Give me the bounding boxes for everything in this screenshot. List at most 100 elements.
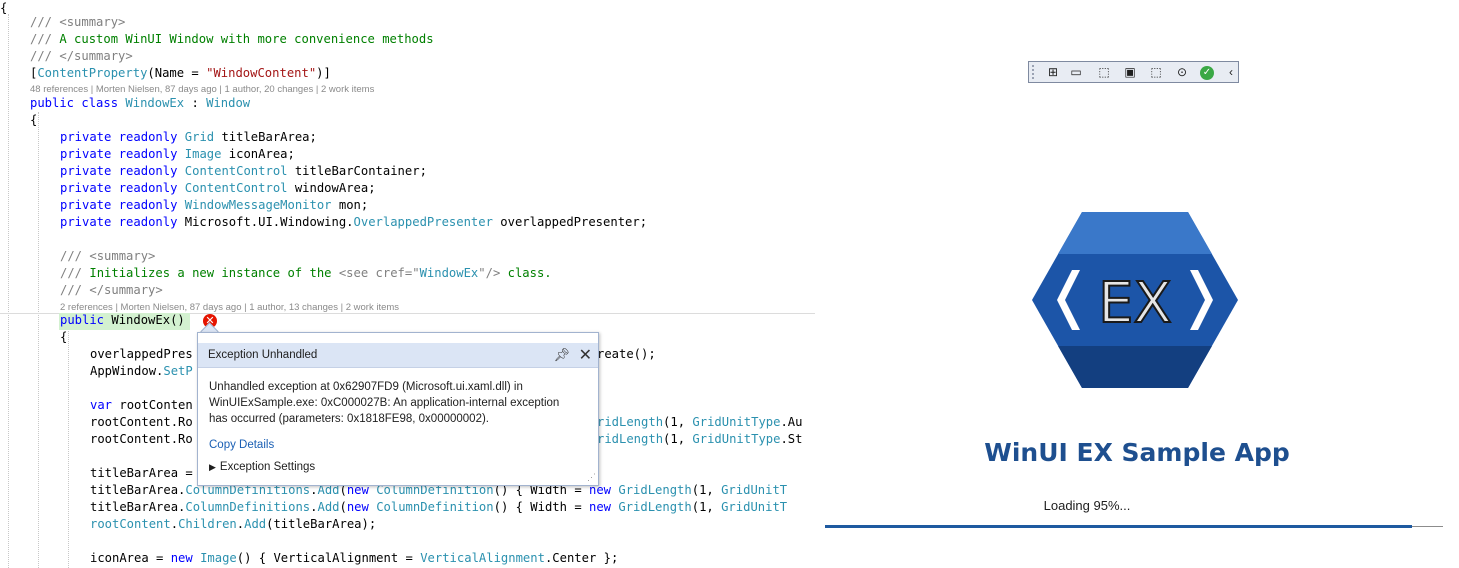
code-token: ridLength <box>597 415 664 429</box>
code-token: titleBarArea = <box>90 466 193 480</box>
close-icon[interactable]: ✕ <box>579 345 592 365</box>
code-token: /// <box>60 266 90 280</box>
select-element-icon[interactable]: ⬚ <box>1095 65 1113 80</box>
code-line[interactable]: { <box>0 0 7 17</box>
pin-icon[interactable]: 📌︎ <box>553 347 570 363</box>
code-token: overlappedPresenter; <box>492 215 648 229</box>
code-token: . <box>236 517 245 531</box>
code-token: )] <box>316 66 331 80</box>
code-token: (1, <box>663 415 693 429</box>
code-token: { <box>30 113 38 127</box>
code-token: WindowMessageMonitor <box>184 198 332 212</box>
codelens-info[interactable]: 2 references | Morten Nielsen, 87 days a… <box>60 302 399 314</box>
code-line-fragment[interactable]: ridLength(1, GridUnitType.St <box>597 431 802 448</box>
code-token: iconArea = <box>90 551 171 565</box>
code-token: private <box>60 198 112 212</box>
code-token: Microsoft.UI.Windowing. <box>177 215 354 229</box>
exception-settings-expander[interactable]: ▶ Exception Settings <box>209 461 315 473</box>
code-token: private <box>60 164 112 178</box>
exception-popup: Exception Unhandled 📌︎ ✕ Unhandled excep… <box>197 332 599 486</box>
code-token: readonly <box>118 181 178 195</box>
accessibility-checker-icon[interactable]: ✓ <box>1200 66 1214 80</box>
code-token: public <box>30 96 75 110</box>
code-token: rootContent <box>90 517 171 531</box>
code-line[interactable]: private readonly ContentControl windowAr… <box>60 180 376 197</box>
code-line[interactable]: [ContentProperty(Name = "WindowContent")… <box>30 65 331 82</box>
code-token: { <box>0 1 8 15</box>
toolbar-grip[interactable] <box>1032 65 1038 79</box>
code-line-fragment[interactable]: reate(); <box>597 346 656 363</box>
code-token: ColumnDefinitions <box>185 500 311 514</box>
code-token: private <box>60 130 112 144</box>
code-line[interactable]: /// <summary> <box>30 14 125 31</box>
code-line[interactable]: private readonly ContentControl titleBar… <box>60 163 427 180</box>
live-visual-tree-icon[interactable]: ⊞ <box>1044 65 1062 80</box>
copy-details-link[interactable]: Copy Details <box>209 439 274 451</box>
code-token: (1, <box>691 500 722 514</box>
code-line[interactable]: { <box>60 329 67 346</box>
code-line[interactable]: rootContent.Ro <box>90 414 193 431</box>
code-line[interactable]: /// Initializes a new instance of the <s… <box>60 265 552 282</box>
collapse-toolbar-icon[interactable]: ‹ <box>1222 65 1240 80</box>
code-editor[interactable]: {/// <summary>/// A custom WinUI Window … <box>0 0 815 568</box>
code-token: . <box>170 517 179 531</box>
code-token: overlappedPres <box>90 347 193 361</box>
code-line[interactable]: titleBarArea = <box>90 465 193 482</box>
code-line[interactable]: private readonly Image iconArea; <box>60 146 295 163</box>
code-line[interactable]: iconArea = new Image() { VerticalAlignme… <box>90 550 618 567</box>
track-focus-icon[interactable]: ⬚ <box>1147 65 1165 80</box>
code-token: private <box>60 215 112 229</box>
app-window: ⊞ ▭ ⬚ ▣ ⬚ ⊙ ✓ ‹ EX WinUI EX Sample App Loading … <box>815 0 1459 568</box>
code-token: Children <box>178 517 237 531</box>
code-token: .St <box>780 432 803 446</box>
code-line[interactable]: overlappedPres <box>90 346 193 363</box>
code-token: ridLength <box>597 432 664 446</box>
code-line[interactable]: public WindowEx() <box>60 312 185 329</box>
code-token: GridUnitT <box>721 483 788 497</box>
code-line[interactable]: public class WindowEx : Window <box>30 95 250 112</box>
record-icon[interactable]: ▭ <box>1067 65 1085 80</box>
progress-bar <box>825 525 1412 528</box>
code-line[interactable]: private readonly Microsoft.UI.Windowing.… <box>60 214 647 231</box>
code-line[interactable]: var rootConten <box>90 397 193 414</box>
code-token: readonly <box>118 164 178 178</box>
code-line[interactable]: titleBarArea.ColumnDefinitions.Add(new C… <box>90 499 787 516</box>
code-token: : <box>184 96 207 110</box>
code-line[interactable]: rootContent.Children.Add(titleBarArea); <box>90 516 376 533</box>
code-line[interactable]: /// A custom WinUI Window with more conv… <box>30 31 434 48</box>
code-line-fragment[interactable]: ridLength(1, GridUnitType.Au <box>597 414 802 431</box>
code-token: Add <box>244 517 267 531</box>
resize-grip-icon[interactable]: ⋰ <box>587 472 596 483</box>
code-line[interactable]: private readonly WindowMessageMonitor mo… <box>60 197 368 214</box>
code-token: /// <box>30 15 60 29</box>
code-token: AppWindow. <box>90 364 164 378</box>
codelens-info[interactable]: 48 references | Morten Nielsen, 87 days … <box>30 84 374 96</box>
code-token: (Name = <box>147 66 207 80</box>
code-line[interactable]: rootContent.Ro <box>90 431 193 448</box>
code-token: Add <box>317 500 340 514</box>
code-token: VerticalAlignment <box>420 551 545 565</box>
code-token: private <box>60 147 112 161</box>
code-line[interactable]: AppWindow.SetP <box>90 363 193 380</box>
code-line[interactable]: /// </summary> <box>30 48 133 65</box>
code-token: GridLength <box>618 483 692 497</box>
code-line[interactable]: /// <summary> <box>60 248 155 265</box>
triangle-right-icon: ▶ <box>209 462 216 472</box>
code-token: /// <box>30 49 60 63</box>
code-token: new <box>589 500 612 514</box>
code-token: var <box>90 398 113 412</box>
code-line[interactable]: /// </summary> <box>60 282 163 299</box>
binding-failures-icon[interactable]: ⊙ <box>1173 65 1191 80</box>
code-token: titleBarArea. <box>90 483 186 497</box>
code-token: public <box>60 313 105 327</box>
display-layout-adorners-icon[interactable]: ▣ <box>1121 65 1139 80</box>
logo-text: EX <box>1098 271 1172 336</box>
code-line[interactable]: { <box>30 112 37 129</box>
code-line[interactable]: private readonly Grid titleBarArea; <box>60 129 317 146</box>
code-token: readonly <box>118 147 178 161</box>
